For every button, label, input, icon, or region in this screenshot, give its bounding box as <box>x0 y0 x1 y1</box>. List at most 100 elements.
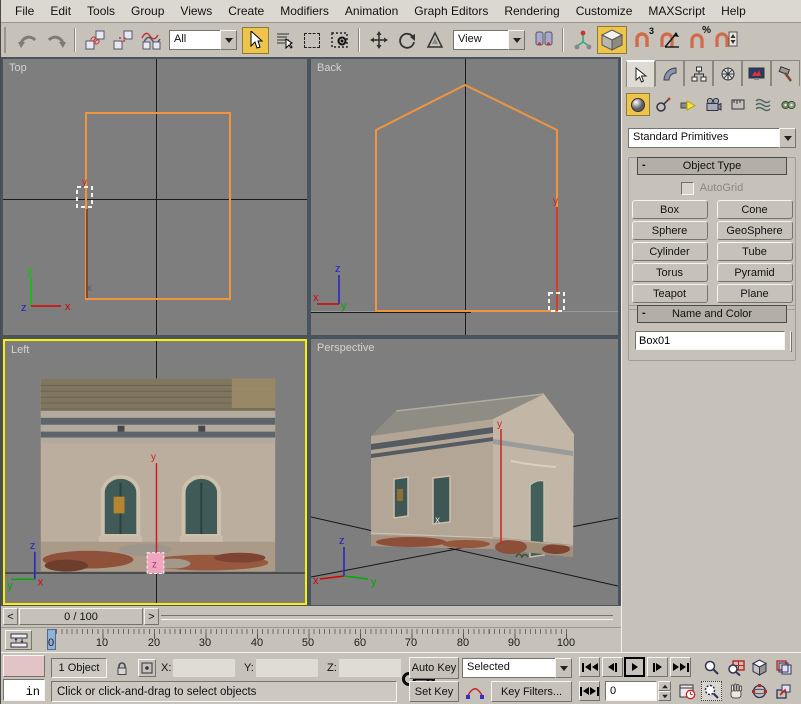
time-slider-handle[interactable]: 0 / 100 <box>19 608 143 625</box>
lights-icon[interactable] <box>676 93 700 116</box>
zoom-all-icon[interactable] <box>725 657 746 677</box>
geometry-icon[interactable] <box>626 93 650 116</box>
default-tangent-icon[interactable] <box>463 681 487 702</box>
menu-item[interactable]: Help <box>713 1 754 21</box>
maxscript-listener-pink[interactable] <box>3 655 45 677</box>
track-bar-ruler[interactable]: 0 10 20 30 40 50 60 70 80 90 100 <box>37 628 575 654</box>
current-frame-field[interactable] <box>605 681 657 701</box>
object-type-button[interactable]: Cylinder <box>631 242 708 261</box>
next-frame-step-button[interactable] <box>647 657 668 677</box>
pan-hand-icon[interactable] <box>725 681 746 701</box>
menu-item[interactable]: Group <box>123 1 172 21</box>
key-mode-toggle-button[interactable] <box>579 681 600 701</box>
dropdown-arrow-icon[interactable] <box>779 128 796 148</box>
menu-item[interactable]: Rendering <box>496 1 567 21</box>
tab-utilities[interactable] <box>771 60 800 86</box>
viewport-back-label[interactable]: Back <box>317 62 341 74</box>
menu-item[interactable]: Tools <box>79 1 123 21</box>
dropdown-arrow-icon[interactable] <box>508 30 525 50</box>
object-name-field[interactable] <box>635 331 785 350</box>
region-zoom-icon[interactable] <box>701 681 722 701</box>
zoom-extents-all-icon[interactable] <box>773 657 794 677</box>
collapse-icon[interactable]: - <box>642 307 654 319</box>
tab-hierarchy[interactable] <box>684 60 713 86</box>
tab-motion[interactable] <box>713 60 742 86</box>
use-pivot-point-center-icon[interactable] <box>530 27 557 54</box>
collapse-icon[interactable]: - <box>642 159 654 171</box>
shapes-icon[interactable] <box>651 93 675 116</box>
set-key-button[interactable]: Set Key <box>409 681 459 702</box>
viewport-top-label[interactable]: Top <box>9 62 27 74</box>
viewport-perspective-label[interactable]: Perspective <box>317 342 374 354</box>
select-and-manipulate-icon[interactable] <box>569 27 596 54</box>
select-and-move-icon[interactable] <box>365 27 392 54</box>
menu-item[interactable]: Customize <box>568 1 641 21</box>
time-slider-track[interactable] <box>161 615 613 620</box>
dropdown-arrow-icon[interactable] <box>220 30 237 50</box>
viewport-left[interactable]: y z z y x Left <box>3 339 307 605</box>
select-object-icon[interactable] <box>242 26 269 54</box>
selection-filter-dropdown[interactable]: All <box>169 30 237 50</box>
name-color-rollout-header[interactable]: - Name and Color <box>637 305 787 323</box>
y-coord-field[interactable] <box>256 659 318 677</box>
cameras-icon[interactable] <box>701 93 725 116</box>
tab-modify[interactable] <box>655 60 684 86</box>
dropdown-arrow-icon[interactable] <box>555 658 572 678</box>
absolute-offset-mode-icon[interactable] <box>138 659 156 677</box>
unlink-selection-icon[interactable] <box>109 27 136 54</box>
maxscript-listener-input[interactable] <box>3 679 45 701</box>
rectangular-selection-region-icon[interactable] <box>298 27 325 54</box>
menu-item[interactable]: Edit <box>42 1 79 21</box>
arc-rotate-icon[interactable] <box>749 681 770 701</box>
object-type-button[interactable]: Sphere <box>631 221 708 240</box>
viewport-perspective[interactable]: y x z x y Perspective <box>311 339 618 605</box>
category-dropdown[interactable]: Standard Primitives <box>628 128 796 148</box>
x-coord-field[interactable] <box>173 659 235 677</box>
object-type-button[interactable]: Tube <box>716 242 793 261</box>
go-to-end-button[interactable] <box>670 657 691 677</box>
zoom-extents-icon[interactable] <box>749 657 770 677</box>
viewport-left-label[interactable]: Left <box>11 344 29 356</box>
min-max-toggle-icon[interactable] <box>773 681 794 701</box>
select-by-name-icon[interactable] <box>270 27 297 54</box>
time-configuration-icon[interactable] <box>677 681 698 701</box>
menu-item[interactable]: File <box>7 1 42 21</box>
spinner-down-icon[interactable] <box>658 691 671 701</box>
tab-display[interactable] <box>742 60 771 86</box>
menu-item[interactable]: MAXScript <box>640 1 713 21</box>
percent-snap-toggle-icon[interactable]: % <box>684 25 711 54</box>
space-warps-icon[interactable] <box>751 93 775 116</box>
helpers-icon[interactable] <box>726 93 750 116</box>
spinner-up-icon[interactable] <box>658 681 671 691</box>
redo-icon[interactable] <box>42 27 69 54</box>
object-type-button[interactable]: GeoSphere <box>716 221 793 240</box>
next-frame-button[interactable]: > <box>144 608 159 625</box>
snaps-toggle-3d-icon[interactable] <box>597 26 627 54</box>
menu-item[interactable]: Create <box>220 1 272 21</box>
mini-curve-editor-button[interactable] <box>5 630 32 650</box>
object-type-button[interactable]: Pyramid <box>716 263 793 282</box>
object-type-rollout-header[interactable]: - Object Type <box>637 157 787 175</box>
z-coord-field[interactable] <box>339 659 401 677</box>
window-crossing-toggle-icon[interactable] <box>326 27 353 54</box>
key-filters-button[interactable]: Key Filters... <box>491 681 572 702</box>
previous-frame-step-button[interactable] <box>602 657 623 677</box>
menu-item[interactable]: Modifiers <box>272 1 337 21</box>
toolbar-handle[interactable] <box>4 27 9 53</box>
viewport-top[interactable]: y x y x z Top <box>3 59 307 335</box>
select-and-rotate-icon[interactable] <box>393 27 420 54</box>
bind-to-space-warp-icon[interactable] <box>137 27 164 54</box>
key-mode-dropdown[interactable]: Selected <box>462 658 572 678</box>
frame-spinner[interactable] <box>658 681 671 701</box>
previous-frame-button[interactable]: < <box>3 608 18 625</box>
menu-item[interactable]: Views <box>172 1 220 21</box>
select-and-link-icon[interactable] <box>81 27 108 54</box>
go-to-start-button[interactable] <box>579 657 600 677</box>
reference-coordsys-dropdown[interactable]: View <box>453 30 525 50</box>
spinner-snap-toggle-icon[interactable] <box>712 27 739 54</box>
undo-icon[interactable] <box>14 27 41 54</box>
systems-icon[interactable] <box>776 93 800 116</box>
menu-item[interactable]: Animation <box>337 1 406 21</box>
object-type-button[interactable]: Plane <box>716 284 793 303</box>
object-type-button[interactable]: Torus <box>631 263 708 282</box>
